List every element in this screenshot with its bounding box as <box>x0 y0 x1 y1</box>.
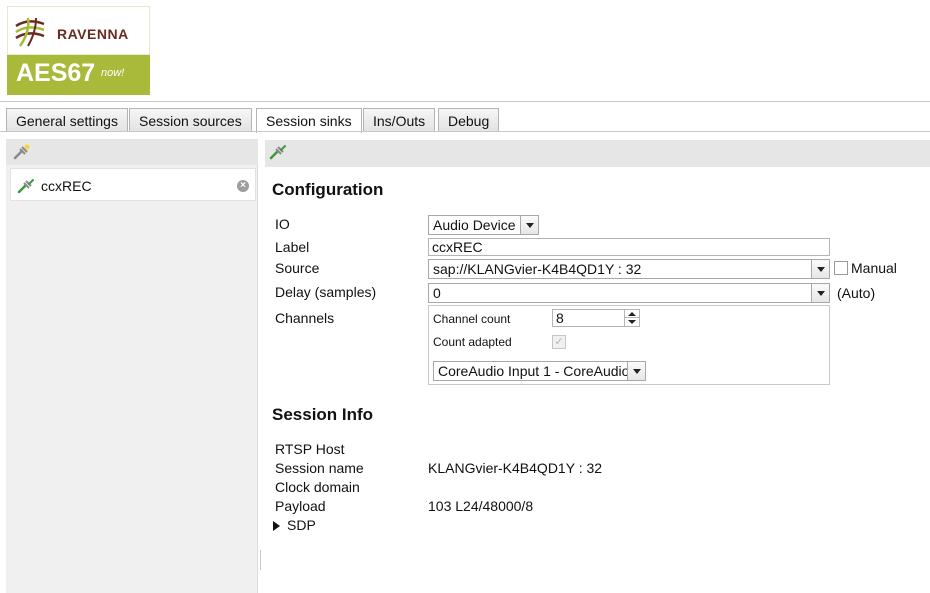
manual-checkbox[interactable] <box>834 261 848 275</box>
sink-list-item[interactable]: ccxREC × <box>10 168 256 201</box>
sink-list-toolbar <box>6 139 258 165</box>
chevron-down-icon <box>811 284 829 302</box>
header-divider <box>0 101 930 102</box>
channel-mapping-value: CoreAudio Input 1 - CoreAudio <box>438 363 630 379</box>
ravenna-aes67-logo: RAVENNA AES67 now! <box>7 6 150 95</box>
source-select[interactable]: sap://KLANGvier-K4B4QD1Y : 32 <box>428 259 830 279</box>
payload-label: Payload <box>275 498 326 514</box>
logo-tagline-text: now! <box>101 67 125 79</box>
payload-value: 103 L24/48000/8 <box>428 498 534 514</box>
sdp-toggle[interactable]: SDP <box>287 517 316 533</box>
logo-brand-text: RAVENNA <box>57 26 129 42</box>
expand-triangle-icon[interactable] <box>273 521 280 531</box>
ravenna-logo-icon <box>15 17 45 47</box>
source-label: Source <box>275 260 320 276</box>
delay-auto-label: (Auto) <box>837 285 876 301</box>
session-name-value: KLANGvier-K4B4QD1Y : 32 <box>428 460 603 476</box>
stepper-up-icon[interactable] <box>625 310 639 318</box>
io-select[interactable]: Audio Device <box>428 215 539 235</box>
delay-select-value: 0 <box>433 285 441 301</box>
tab-bar-divider <box>0 131 930 132</box>
count-adapted-label: Count adapted <box>433 335 512 349</box>
channel-count-stepper[interactable]: 8 <box>552 309 640 327</box>
tab-general-settings[interactable]: General settings <box>6 108 128 132</box>
label-label: Label <box>275 239 310 255</box>
sink-list-item-label: ccxREC <box>41 178 92 194</box>
tab-ins-outs[interactable]: Ins/Outs <box>363 108 436 132</box>
tab-session-sources[interactable]: Session sources <box>129 108 252 132</box>
add-sink-icon[interactable] <box>12 143 32 161</box>
chevron-down-icon <box>520 216 538 234</box>
channel-mapping-select[interactable]: CoreAudio Input 1 - CoreAudio <box>433 361 646 381</box>
rtsp-host-label: RTSP Host <box>275 441 345 457</box>
channels-label: Channels <box>275 310 335 326</box>
remove-circle-icon[interactable]: × <box>237 180 249 192</box>
session-name-label: Session name <box>275 460 364 476</box>
clock-domain-label: Clock domain <box>275 479 360 495</box>
sink-list-panel: ccxREC × <box>6 139 258 593</box>
session-info-heading: Session Info <box>272 405 374 424</box>
chevron-down-icon <box>627 362 645 380</box>
logo-product-text: AES67 <box>16 59 96 87</box>
stepper-down-icon[interactable] <box>625 318 639 326</box>
channels-group: Channel count 8 Count adapted ✓ CoreAudi… <box>428 305 830 385</box>
count-adapted-checkbox: ✓ <box>552 335 566 349</box>
channel-count-value: 8 <box>556 310 564 326</box>
chevron-down-icon <box>811 260 829 278</box>
sink-connected-icon <box>17 179 34 194</box>
channel-count-label: Channel count <box>433 312 511 326</box>
manual-label: Manual <box>851 260 897 276</box>
source-select-value: sap://KLANGvier-K4B4QD1Y : 32 <box>433 261 642 277</box>
io-select-value: Audio Device <box>433 217 516 233</box>
splitter-handle[interactable] <box>260 550 261 570</box>
label-input[interactable]: ccxREC <box>428 238 830 256</box>
sink-connected-icon[interactable] <box>269 144 287 160</box>
configuration-heading: Configuration <box>272 180 384 199</box>
delay-label: Delay (samples) <box>275 284 377 300</box>
tab-session-sinks[interactable]: Session sinks <box>256 108 362 133</box>
tab-debug[interactable]: Debug <box>438 108 500 132</box>
io-label: IO <box>275 216 290 232</box>
delay-select[interactable]: 0 <box>428 283 830 303</box>
sink-detail-toolbar <box>265 140 930 167</box>
